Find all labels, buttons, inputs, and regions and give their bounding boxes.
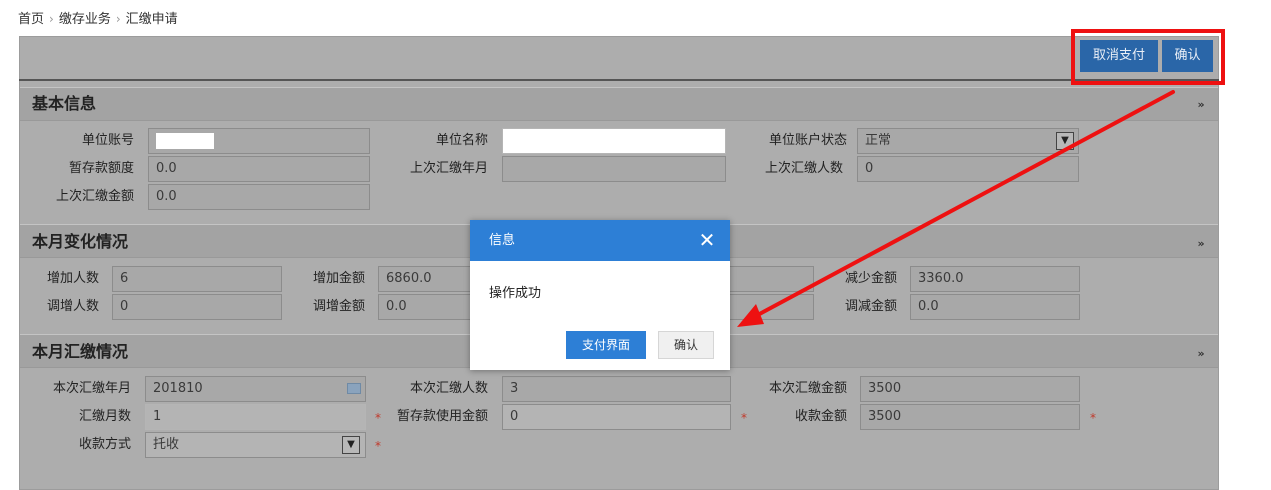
info-dialog: 信息 ✕ 操作成功 支付界面 确认 bbox=[470, 220, 730, 370]
payment-page-button[interactable]: 支付界面 bbox=[566, 331, 646, 359]
dialog-message: 操作成功 bbox=[489, 286, 542, 301]
close-icon[interactable]: ✕ bbox=[696, 229, 718, 251]
dialog-title: 信息 bbox=[489, 233, 516, 248]
dialog-confirm-button[interactable]: 确认 bbox=[658, 331, 714, 359]
